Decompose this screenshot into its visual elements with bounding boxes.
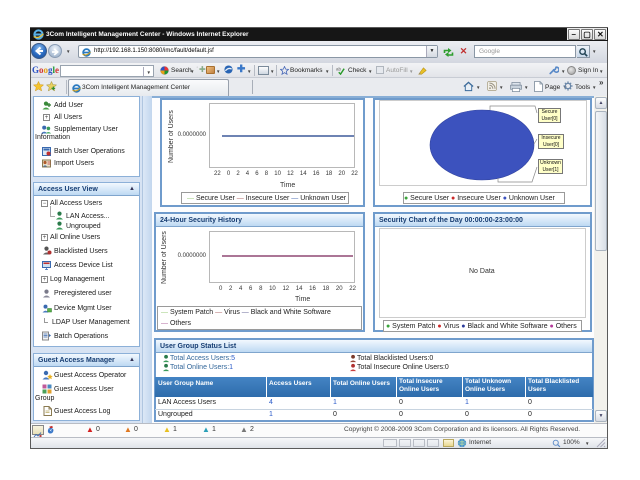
- svg-text:ab: ab: [336, 67, 342, 72]
